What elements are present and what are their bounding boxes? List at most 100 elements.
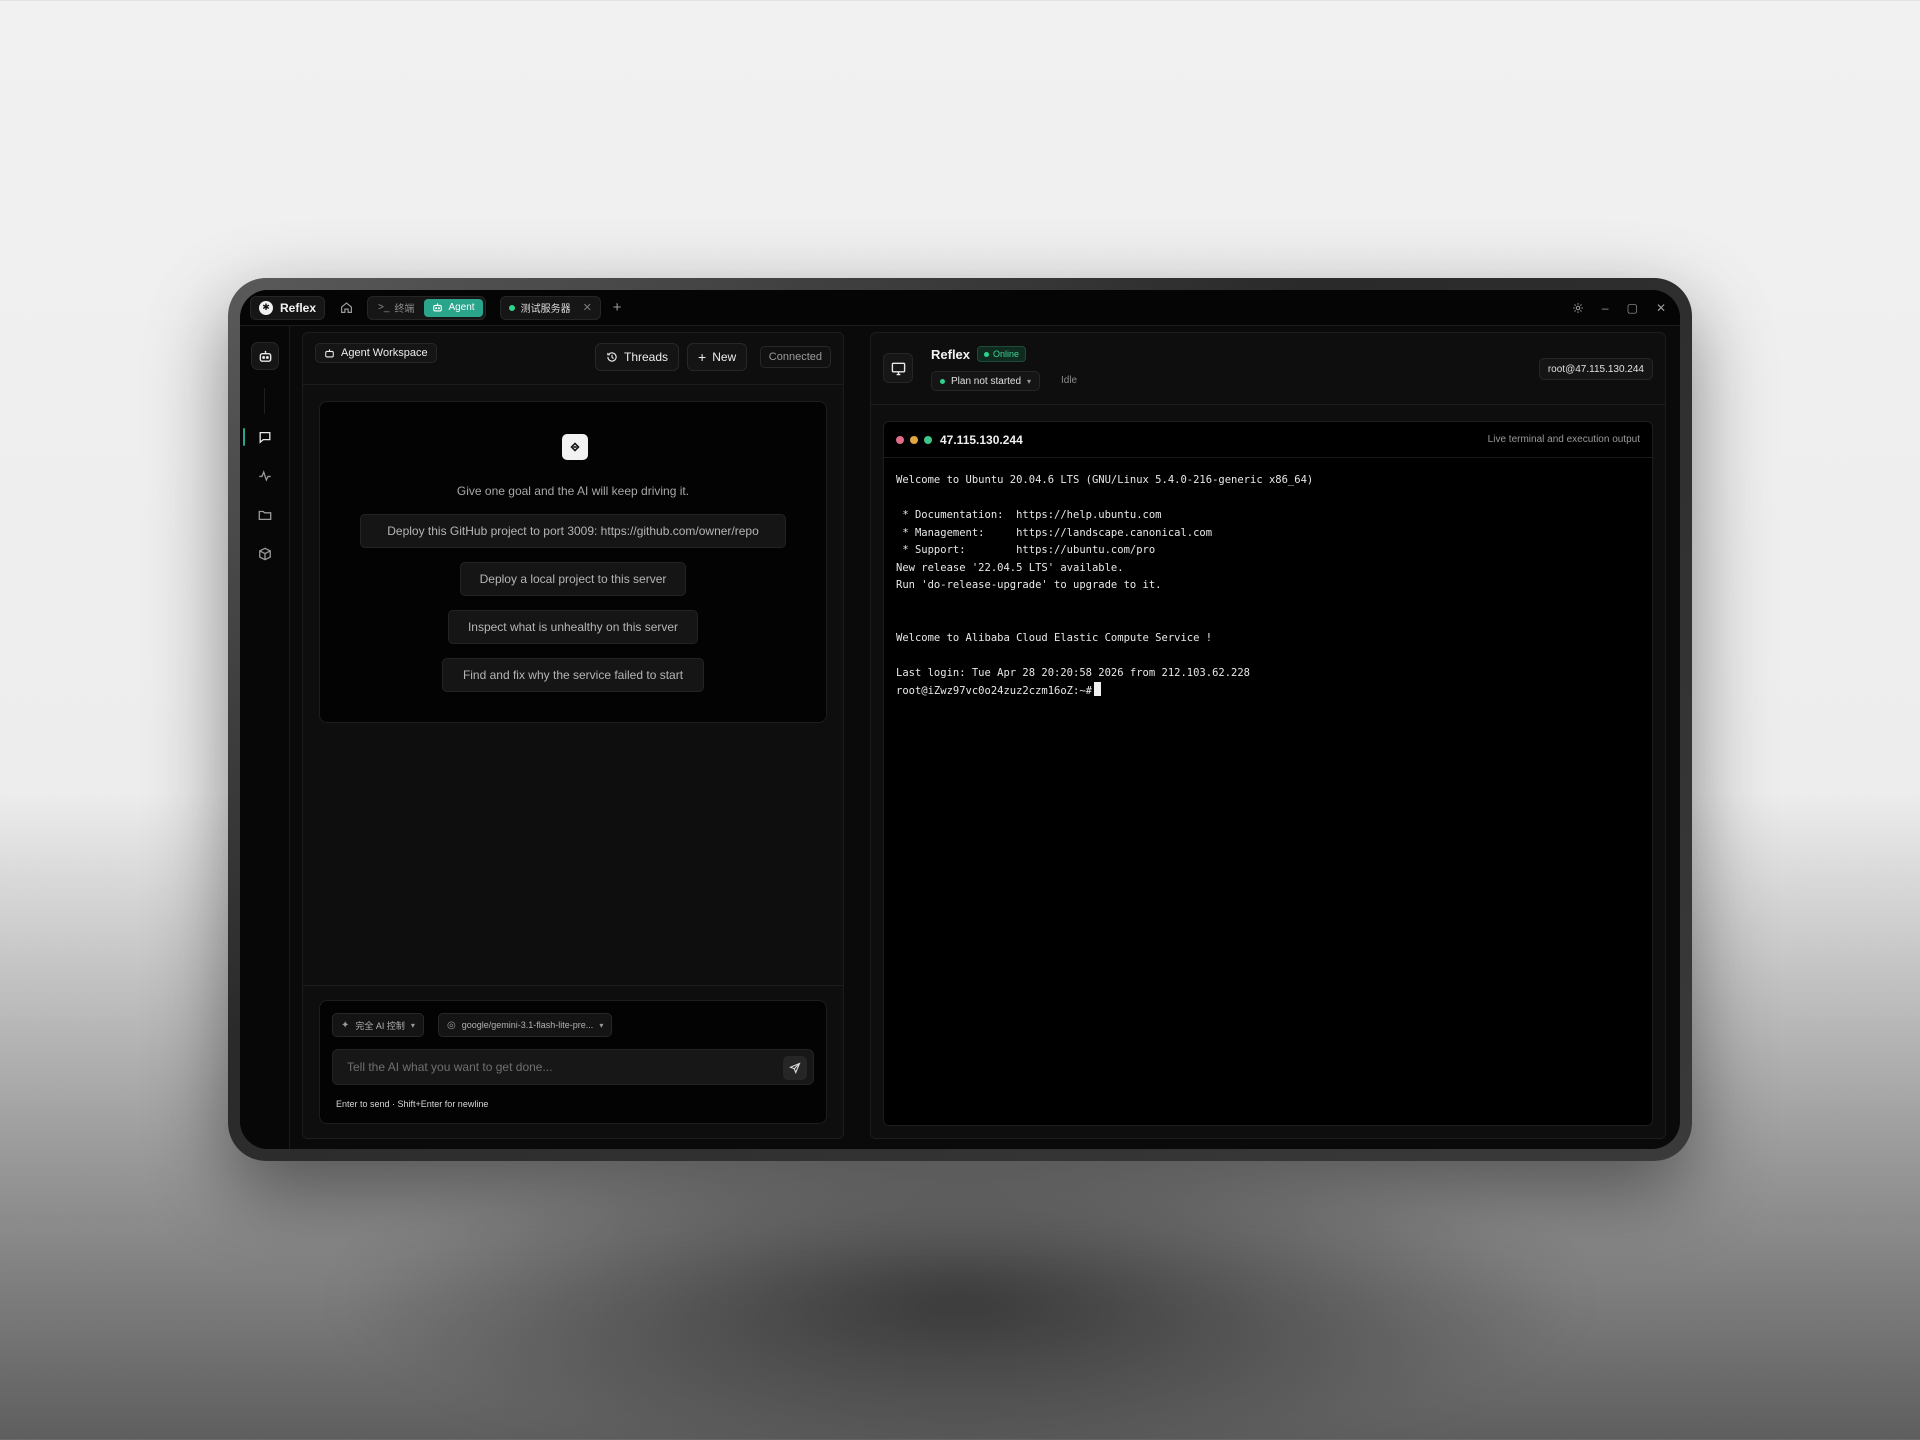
side-rail: [240, 326, 290, 1149]
online-label: Online: [993, 349, 1020, 359]
monitor-button[interactable]: [883, 353, 913, 383]
threads-label: Threads: [624, 350, 669, 364]
server-panel: Reflex Online Plan not started ▾ Idle ro…: [870, 332, 1666, 1139]
connection-status-badge: Connected: [759, 346, 831, 368]
robot-icon: [325, 348, 334, 357]
folder-icon: [258, 510, 272, 521]
prompt-input[interactable]: [333, 1050, 813, 1084]
agent-icon: [259, 350, 271, 362]
terminal-line: * Documentation: https://help.ubuntu.com: [896, 509, 1162, 521]
starter-card: Give one goal and the AI will keep drivi…: [319, 401, 827, 723]
rail-agent-button[interactable]: [251, 342, 279, 370]
chevron-down-icon: ▾: [1027, 376, 1032, 386]
agent-workspace-label: Agent Workspace: [315, 343, 437, 363]
terminal-line: New release '22.04.5 LTS' available.: [896, 561, 1124, 574]
package-icon: [259, 547, 271, 561]
control-mode-label: 完全 AI 控制: [355, 1020, 405, 1031]
terminal-subtitle: Live terminal and execution output: [1487, 434, 1640, 445]
chevron-down-icon: ▾: [599, 1020, 604, 1030]
suggestion-chip[interactable]: Inspect what is unhealthy on this server: [448, 610, 698, 644]
agent-state: Idle: [1061, 375, 1078, 386]
device-shadow: [330, 1140, 1590, 1440]
terminal-host: 47.115.130.244: [940, 433, 1023, 447]
close-window-icon[interactable]: ✕: [1656, 301, 1666, 315]
connection-status-dot: [508, 304, 515, 311]
tab-agent-label: Agent: [448, 302, 475, 313]
settings-gear-icon[interactable]: [1572, 302, 1584, 314]
rail-divider: [264, 388, 265, 414]
traffic-light-yellow: [910, 436, 918, 444]
close-tab-icon[interactable]: ✕: [583, 301, 592, 314]
brand-button[interactable]: ✱ Reflex: [250, 295, 326, 320]
maximize-icon[interactable]: ▢: [1627, 301, 1638, 315]
prompt-input-wrapper: [332, 1049, 814, 1085]
plan-status-dot: [940, 378, 945, 384]
tab-terminal[interactable]: >_ 终端: [370, 299, 422, 317]
title-bar: ✱ Reflex >_ 终端 Agent 测试服务器 ✕ + – ▢ ✕: [240, 290, 1680, 326]
terminal-line: Last login: Tue Apr 28 20:20:58 2026 fro…: [896, 666, 1251, 679]
terminal-line: * Management: https://landscape.canonica…: [896, 526, 1213, 539]
suggestion-chip[interactable]: Find and fix why the service failed to s…: [442, 658, 704, 692]
composer-divider: [303, 985, 843, 986]
terminal-cursor: [1093, 682, 1101, 696]
server-tab[interactable]: 测试服务器 ✕: [499, 295, 601, 320]
server-tab-label: 测试服务器: [520, 304, 571, 315]
workspace-title: Agent Workspace: [341, 347, 428, 359]
suggestion-chip[interactable]: Deploy this GitHub project to port 3009:…: [360, 514, 786, 548]
server-name: Reflex: [931, 347, 971, 362]
rail-active-indicator: [243, 428, 245, 446]
add-tab-icon[interactable]: +: [613, 299, 622, 316]
robot-icon: [433, 303, 443, 312]
new-thread-button[interactable]: + New: [687, 343, 748, 371]
terminal-line: Run 'do-release-upgrade' to upgrade to i…: [896, 579, 1162, 591]
suggestion-chip[interactable]: Deploy a local project to this server: [460, 562, 686, 596]
traffic-light-green: [924, 436, 932, 444]
server-header: Reflex Online Plan not started ▾ Idle ro…: [871, 333, 1665, 405]
minimize-icon[interactable]: –: [1602, 301, 1609, 315]
mode-switch: >_ 终端 Agent: [367, 295, 486, 320]
tab-agent[interactable]: Agent: [424, 298, 483, 317]
terminal-bar: 47.115.130.244 Live terminal and executi…: [884, 422, 1652, 458]
chevron-down-icon: ▾: [410, 1020, 415, 1030]
composer-hint: Enter to send · Shift+Enter for newline: [336, 1099, 489, 1109]
traffic-light-red: [896, 436, 904, 444]
rail-files-button[interactable]: [251, 501, 279, 529]
send-icon: [789, 1062, 801, 1074]
threads-button[interactable]: Threads: [595, 343, 680, 371]
control-mode-dropdown[interactable]: ✦ 完全 AI 控制 ▾: [332, 1013, 424, 1037]
home-icon[interactable]: [333, 296, 359, 320]
rail-packages-button[interactable]: [251, 540, 279, 568]
tab-terminal-label: 终端: [394, 304, 415, 315]
new-label: New: [712, 350, 737, 364]
host-badge[interactable]: root@47.115.130.244: [1538, 358, 1653, 380]
reflex-logo-icon: ✱: [259, 300, 273, 315]
shell-prompt: root@iZwz97vc0o24zuz2czm16oZ:~#: [896, 685, 1092, 697]
plan-label: Plan not started: [951, 375, 1022, 387]
chat-icon: [259, 431, 271, 444]
terminal-prompt-icon: >_: [378, 302, 390, 313]
terminal-line: Welcome to Alibaba Cloud Elastic Compute…: [896, 631, 1213, 644]
terminal-output: Welcome to Ubuntu 20.04.6 LTS (GNU/Linux…: [896, 472, 1640, 700]
app-window: ✱ Reflex >_ 终端 Agent 测试服务器 ✕ + – ▢ ✕ Age…: [240, 290, 1680, 1149]
reflex-logo-icon: [562, 434, 588, 460]
brand-name: Reflex: [280, 300, 317, 315]
terminal-line: Welcome to Ubuntu 20.04.6 LTS (GNU/Linux…: [896, 474, 1314, 486]
agent-panel: Agent Workspace Threads + New Connected …: [302, 332, 844, 1139]
model-dropdown[interactable]: ◎ google/gemini-3.1-flash-lite-pre... ▾: [438, 1013, 613, 1037]
monitor-icon: [891, 362, 905, 375]
agent-header: Agent Workspace Threads + New Connected: [303, 333, 843, 385]
terminal-line: * Support: https://ubuntu.com/pro: [896, 544, 1156, 556]
plan-dropdown[interactable]: Plan not started ▾: [931, 371, 1041, 391]
terminal[interactable]: 47.115.130.244 Live terminal and executi…: [883, 421, 1653, 1126]
rail-activity-button[interactable]: [251, 462, 279, 490]
composer: ✦ 完全 AI 控制 ▾ ◎ google/gemini-3.1-flash-l…: [319, 1000, 827, 1124]
sparkle-icon: ✦: [341, 1019, 350, 1031]
activity-icon: [259, 470, 271, 482]
globe-icon: ◎: [447, 1019, 456, 1031]
rail-chat-button[interactable]: [251, 423, 279, 451]
send-button[interactable]: [783, 1056, 807, 1080]
